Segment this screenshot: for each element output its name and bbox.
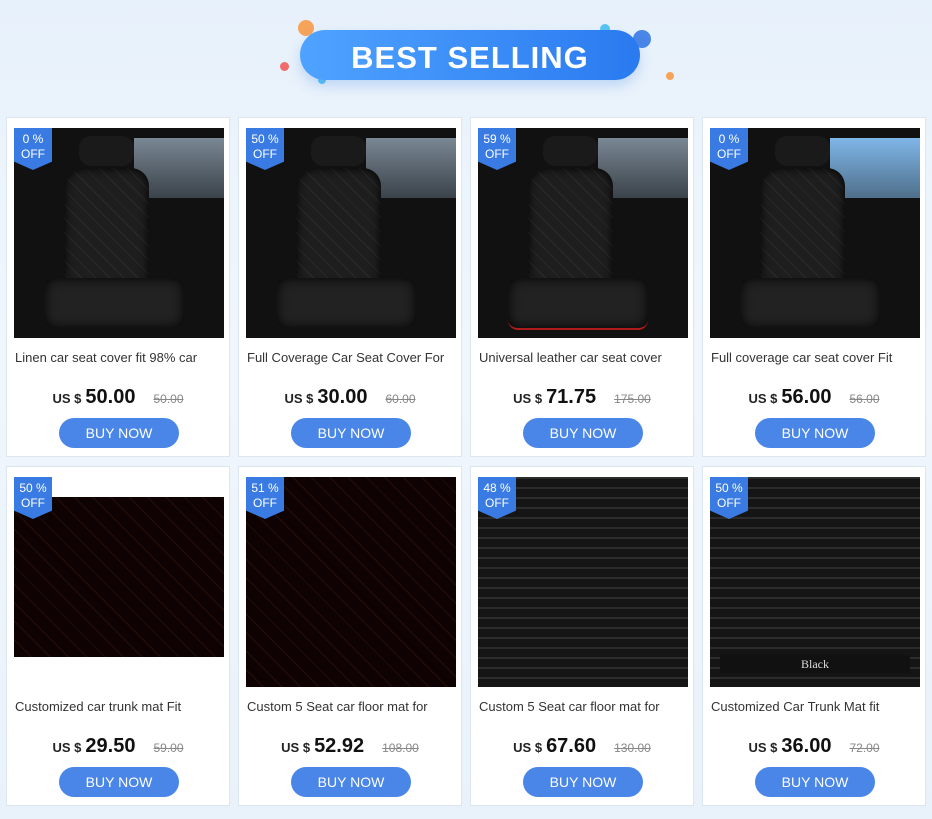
discount-badge: 51 % OFF [246, 477, 284, 519]
price-row: US $71.75 175.00 [471, 386, 693, 409]
product-title[interactable]: Customized car trunk mat Fit [15, 699, 223, 714]
original-price: 56.00 [849, 392, 880, 406]
currency-label: US $ [52, 740, 82, 755]
sale-price: 67.60 [546, 735, 597, 757]
product-image[interactable]: 50 % OFF [14, 477, 224, 687]
product-card[interactable]: 0 % OFF Linen car seat cover fit 98% car … [6, 117, 230, 457]
sale-price: 36.00 [781, 735, 832, 757]
original-price: 108.00 [382, 741, 419, 755]
original-price: 130.00 [614, 741, 651, 755]
product-image[interactable]: 50 % OFF Black [710, 477, 920, 687]
buy-now-button[interactable]: BUY NOW [291, 418, 411, 448]
product-card[interactable]: 59 % OFF Universal leather car seat cover… [470, 117, 694, 457]
product-image[interactable]: 0 % OFF [14, 128, 224, 338]
price-row: US $36.00 72.00 [703, 735, 925, 758]
product-card[interactable]: 51 % OFF Custom 5 Seat car floor mat for … [238, 466, 462, 806]
sale-price: 56.00 [781, 386, 832, 408]
currency-label: US $ [748, 391, 778, 406]
currency-label: US $ [513, 391, 543, 406]
product-title[interactable]: Universal leather car seat cover [479, 350, 687, 365]
product-card[interactable]: 50 % OFF Black Customized Car Trunk Mat f… [702, 466, 926, 806]
sale-price: 30.00 [317, 386, 368, 408]
product-title[interactable]: Customized Car Trunk Mat fit [711, 699, 919, 714]
product-image[interactable]: 51 % OFF [246, 477, 456, 687]
product-title[interactable]: Custom 5 Seat car floor mat for [247, 699, 455, 714]
product-title[interactable]: Full coverage car seat cover Fit [711, 350, 919, 365]
discount-badge: 0 % OFF [14, 128, 52, 170]
original-price: 60.00 [385, 392, 416, 406]
discount-badge: 0 % OFF [710, 128, 748, 170]
section-title: BEST SELLING [351, 40, 589, 75]
currency-label: US $ [52, 391, 82, 406]
sale-price: 50.00 [85, 386, 136, 408]
decor-dot [280, 62, 289, 71]
currency-label: US $ [748, 740, 778, 755]
price-row: US $67.60 130.00 [471, 735, 693, 758]
sale-price: 71.75 [546, 386, 597, 408]
buy-now-button[interactable]: BUY NOW [59, 418, 179, 448]
buy-now-button[interactable]: BUY NOW [523, 418, 643, 448]
price-row: US $50.00 50.00 [7, 386, 229, 409]
product-title[interactable]: Custom 5 Seat car floor mat for [479, 699, 687, 714]
buy-now-button[interactable]: BUY NOW [523, 767, 643, 797]
product-card[interactable]: 0 % OFF Full coverage car seat cover Fit … [702, 117, 926, 457]
discount-badge: 59 % OFF [478, 128, 516, 170]
color-label: Black [720, 655, 910, 673]
buy-now-button[interactable]: BUY NOW [291, 767, 411, 797]
product-image[interactable]: 48 % OFF [478, 477, 688, 687]
price-row: US $52.92 108.00 [239, 735, 461, 758]
discount-badge: 48 % OFF [478, 477, 516, 519]
sale-price: 52.92 [314, 735, 365, 757]
sale-price: 29.50 [85, 735, 136, 757]
original-price: 72.00 [849, 741, 880, 755]
currency-label: US $ [284, 391, 314, 406]
buy-now-button[interactable]: BUY NOW [755, 418, 875, 448]
product-card[interactable]: 48 % OFF Custom 5 Seat car floor mat for … [470, 466, 694, 806]
currency-label: US $ [281, 740, 311, 755]
product-image[interactable]: 0 % OFF [710, 128, 920, 338]
discount-badge: 50 % OFF [246, 128, 284, 170]
original-price: 175.00 [614, 392, 651, 406]
product-title[interactable]: Full Coverage Car Seat Cover For [247, 350, 455, 365]
price-row: US $30.00 60.00 [239, 386, 461, 409]
product-card[interactable]: 50 % OFF Full Coverage Car Seat Cover For… [238, 117, 462, 457]
discount-badge: 50 % OFF [710, 477, 748, 519]
discount-badge: 50 % OFF [14, 477, 52, 519]
product-image[interactable]: 50 % OFF [246, 128, 456, 338]
header-banner: BEST SELLING [0, 0, 932, 110]
product-title[interactable]: Linen car seat cover fit 98% car [15, 350, 223, 365]
section-title-pill: BEST SELLING [300, 30, 640, 80]
original-price: 59.00 [153, 741, 184, 755]
price-row: US $29.50 59.00 [7, 735, 229, 758]
buy-now-button[interactable]: BUY NOW [59, 767, 179, 797]
buy-now-button[interactable]: BUY NOW [755, 767, 875, 797]
product-image[interactable]: 59 % OFF [478, 128, 688, 338]
price-row: US $56.00 56.00 [703, 386, 925, 409]
currency-label: US $ [513, 740, 543, 755]
decor-dot [666, 72, 674, 80]
product-card[interactable]: 50 % OFF Customized car trunk mat Fit US … [6, 466, 230, 806]
original-price: 50.00 [153, 392, 184, 406]
